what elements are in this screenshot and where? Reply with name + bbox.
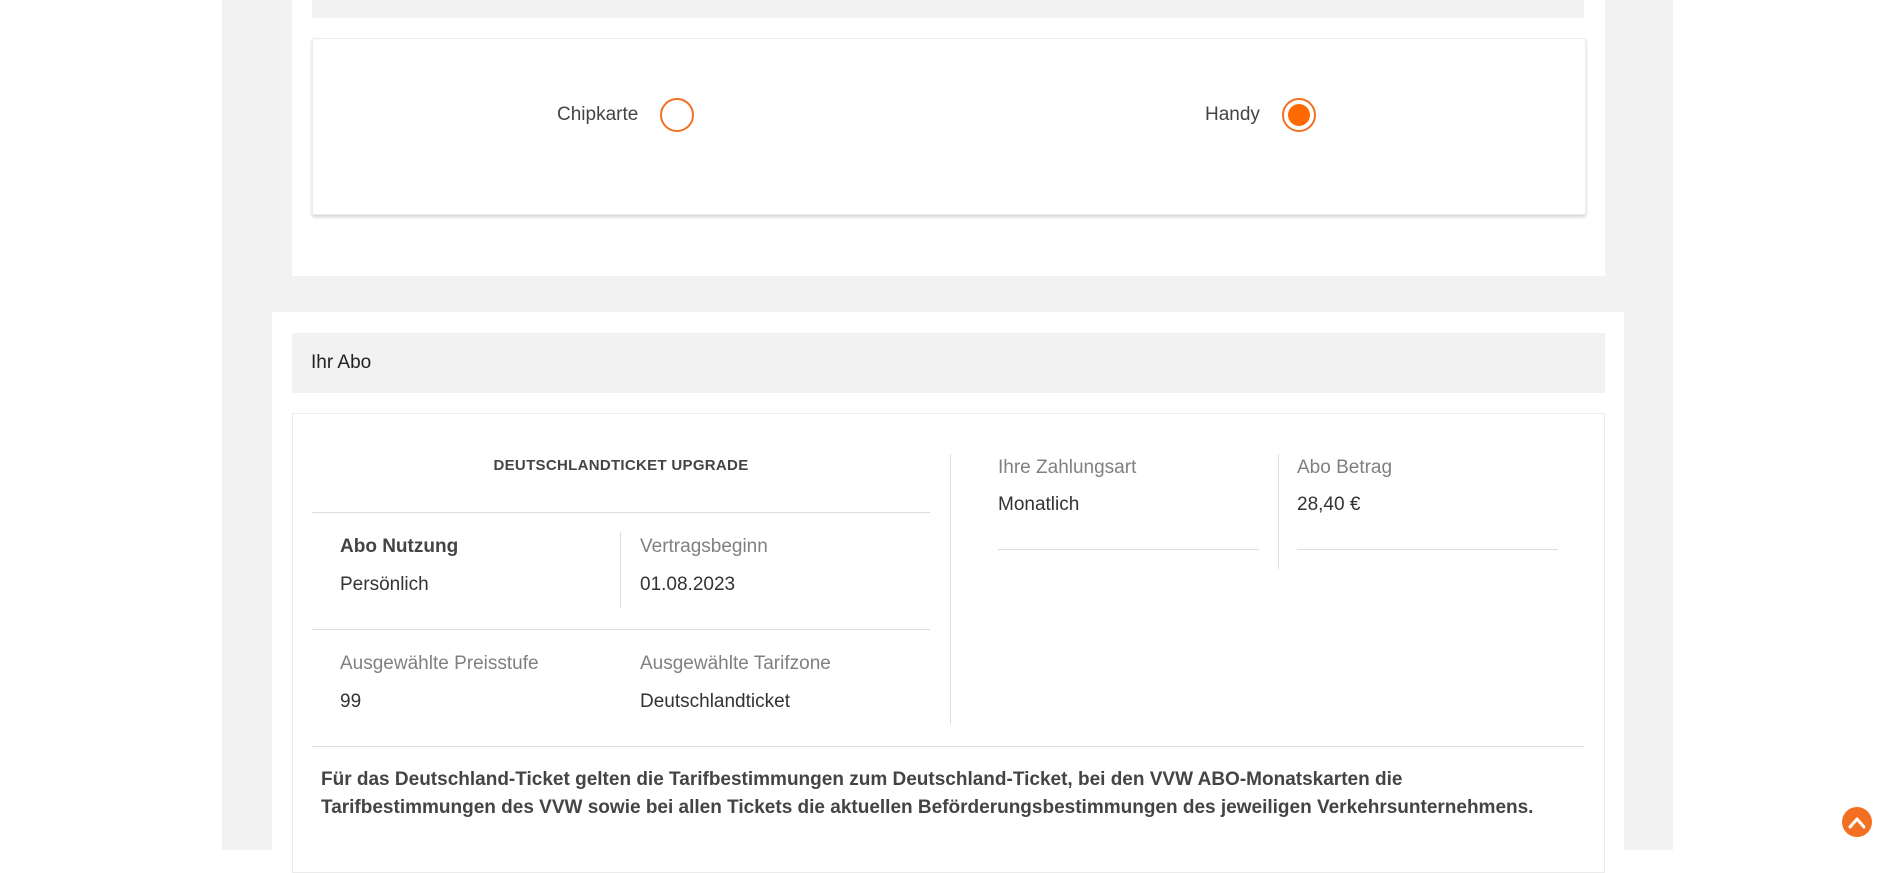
- usage-label: Abo Nutzung: [340, 536, 459, 557]
- usage-value: Persönlich: [340, 574, 429, 595]
- delivery-choice-box: [312, 38, 1586, 215]
- chipkarte-radio[interactable]: [660, 98, 695, 132]
- option-handy[interactable]: Handy: [1205, 98, 1316, 132]
- tariff-note: Für das Deutschland-Ticket gelten die Ta…: [321, 769, 1534, 818]
- divider: [1278, 454, 1279, 569]
- tariff-zone-label: Ausgewählte Tarifzone: [640, 653, 831, 674]
- payment-label: Ihre Zahlungsart: [998, 457, 1137, 478]
- delivery-card-header-strip: [312, 0, 1584, 18]
- contract-start-value: 01.08.2023: [640, 574, 736, 595]
- price-level-label: Ausgewählte Preisstufe: [340, 653, 539, 674]
- tariff-zone-value: Deutschlandticket: [640, 691, 790, 712]
- abo-section-title: Ihr Abo: [311, 352, 372, 373]
- scroll-to-top-button[interactable]: [1842, 807, 1872, 837]
- amount-label: Abo Betrag: [1297, 457, 1393, 478]
- ticket-name: DEUTSCHLANDTICKET UPGRADE: [493, 457, 749, 474]
- divider: [620, 532, 621, 608]
- handy-radio[interactable]: [1281, 98, 1316, 132]
- divider: [950, 454, 951, 724]
- divider: [1297, 549, 1558, 550]
- divider: [998, 549, 1259, 550]
- option-chipkarte-label: Chipkarte: [557, 104, 639, 125]
- amount-value: 28,40 €: [1297, 494, 1361, 515]
- divider: [312, 512, 930, 513]
- payment-value: Monatlich: [998, 494, 1080, 515]
- option-handy-label: Handy: [1205, 104, 1260, 125]
- contract-start-label: Vertragsbeginn: [640, 536, 768, 557]
- divider: [312, 629, 930, 630]
- abo-section-header: Ihr Abo: [292, 333, 1605, 393]
- price-level-value: 99: [340, 691, 362, 712]
- divider: [312, 746, 1584, 747]
- option-chipkarte[interactable]: Chipkarte: [557, 98, 695, 132]
- chevron-up-icon: [1848, 817, 1866, 829]
